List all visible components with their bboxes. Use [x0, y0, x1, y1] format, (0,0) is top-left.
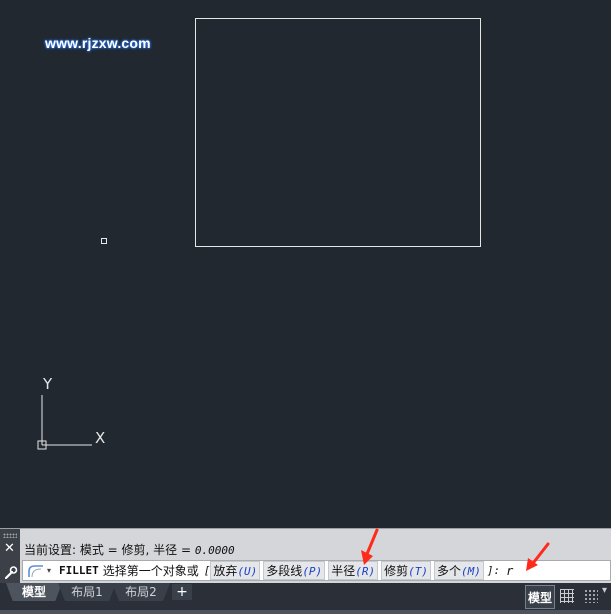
drag-grip-icon[interactable] — [3, 533, 17, 538]
layout-tab-bar: 模型 布局1 布局2 + 模型 ▾ — [0, 583, 611, 614]
history-text: 当前设置: 模式 = 修剪, 半径 = — [24, 543, 195, 557]
tab-layout2[interactable]: 布局2 — [112, 583, 170, 601]
window-bottom-strip — [0, 610, 611, 614]
tab-layout1[interactable]: 布局1 — [58, 583, 116, 601]
options-open-bracket: [ — [203, 564, 211, 577]
drawing-canvas[interactable]: www.rjzxw.com Y X — [0, 0, 611, 528]
grid-icon[interactable] — [560, 589, 574, 603]
watermark: www.rjzxw.com — [45, 35, 151, 51]
wrench-icon[interactable] — [3, 565, 18, 580]
command-name: FILLET — [59, 564, 99, 577]
option-undo[interactable]: 放弃(U) — [210, 561, 261, 580]
command-history-line: 当前设置: 模式 = 修剪, 半径 = 0.0000 — [24, 541, 235, 558]
command-sidebar: ✕ — [0, 529, 20, 584]
annotation-arrow-input — [526, 542, 550, 571]
tab-model[interactable]: 模型 — [6, 583, 62, 601]
annotation-arrow-radius — [361, 528, 379, 565]
add-layout-button[interactable]: + — [172, 584, 192, 600]
ucs-icon: Y X — [37, 375, 105, 450]
model-space-button[interactable]: 模型 — [525, 585, 555, 609]
history-radius-value: 0.0000 — [194, 544, 235, 557]
ucs-y-label: Y — [42, 375, 53, 393]
cursor-pickbox — [101, 238, 107, 244]
command-prompt: 选择第一个对象或 — [102, 564, 199, 578]
options-close-bracket: ]: — [486, 564, 501, 577]
option-multiple[interactable]: 多个(M) — [433, 561, 484, 580]
recent-commands-caret-icon[interactable]: ▾ — [47, 566, 51, 575]
status-more-icon[interactable]: ▾ — [602, 585, 607, 596]
option-polyline[interactable]: 多段线(P) — [263, 561, 326, 580]
ucs-x-label: X — [95, 429, 105, 447]
rectangle-object[interactable] — [195, 18, 481, 247]
close-icon[interactable]: ✕ — [4, 542, 15, 556]
option-trim[interactable]: 修剪(T) — [381, 561, 431, 580]
typed-input-value: r — [506, 563, 514, 578]
snap-icon[interactable] — [584, 589, 598, 603]
fillet-command-icon[interactable] — [27, 562, 47, 580]
